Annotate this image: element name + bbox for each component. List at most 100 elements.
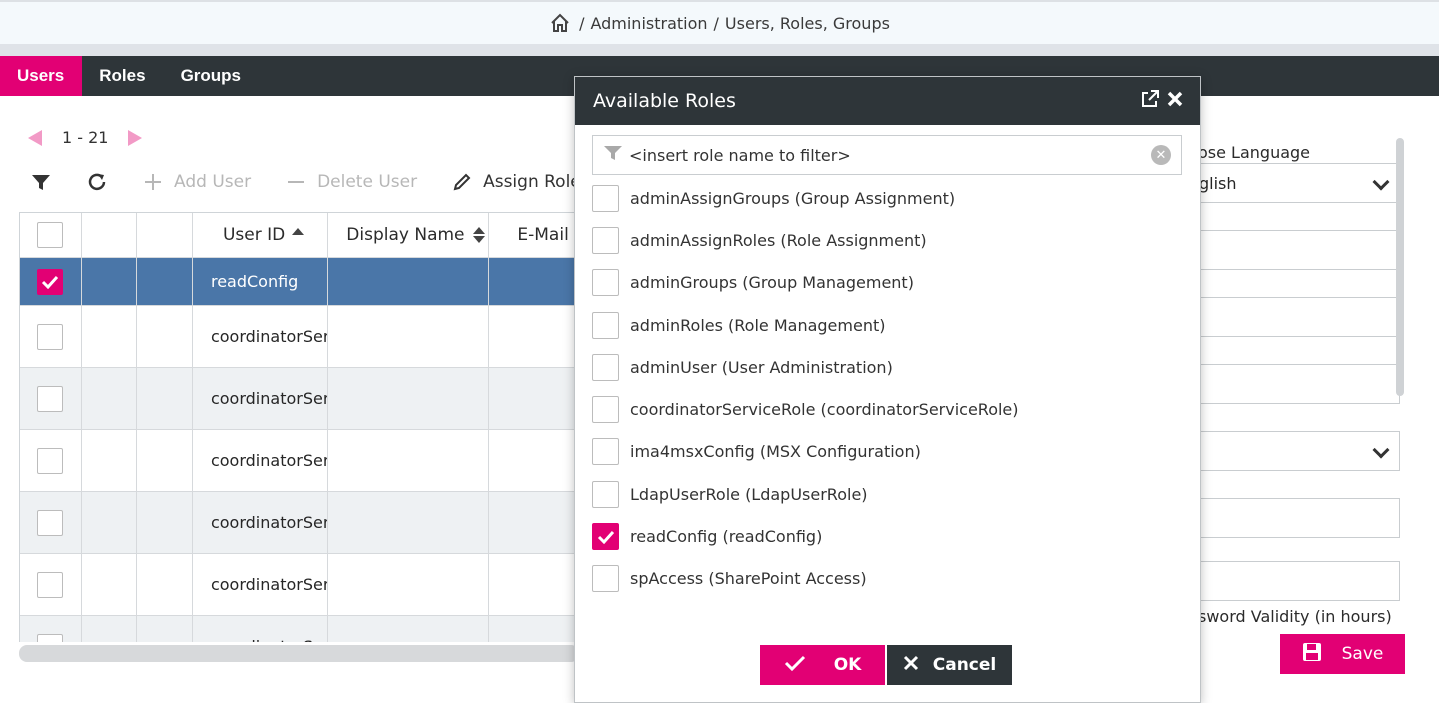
role-checkbox[interactable] <box>592 311 619 339</box>
role-label: spAccess (SharePoint Access) <box>630 569 867 589</box>
cancel-button[interactable]: Cancel <box>887 645 1012 685</box>
role-label: ima4msxConfig (MSX Configuration) <box>630 442 921 462</box>
breadcrumb-separator: / <box>579 13 585 33</box>
role-filter: ✕ <box>592 135 1182 175</box>
row-checkbox[interactable] <box>37 268 64 295</box>
role-checkbox[interactable] <box>592 396 619 424</box>
role-checkbox[interactable] <box>592 226 619 254</box>
dialog-title: Available Roles <box>593 90 736 112</box>
role-label: readConfig (readConfig) <box>630 527 823 547</box>
column-header-display-name[interactable]: Display Name <box>328 213 490 257</box>
add-user-button[interactable]: Add User <box>142 171 251 193</box>
table-row[interactable]: coordinatorSer <box>20 430 579 492</box>
dialog-footer: OK Cancel <box>760 645 1012 685</box>
role-checkbox[interactable] <box>592 269 619 297</box>
list-item[interactable]: LdapUserRole (LdapUserRole) <box>592 473 1182 515</box>
sort-icon <box>472 227 485 243</box>
role-label: adminGroups (Group Management) <box>630 273 914 293</box>
table-row[interactable]: readConfig <box>20 258 579 306</box>
detail-field[interactable] <box>1180 498 1400 538</box>
user-id-cell: readConfig <box>193 258 329 305</box>
detail-field[interactable] <box>1180 297 1400 337</box>
role-checkbox[interactable] <box>592 565 619 593</box>
row-checkbox[interactable] <box>37 571 64 598</box>
refresh-button[interactable] <box>86 171 108 193</box>
select-all-checkbox[interactable] <box>37 222 64 248</box>
previous-page-icon[interactable] <box>28 129 42 146</box>
detail-select[interactable] <box>1180 431 1400 471</box>
detail-field[interactable] <box>1180 561 1400 601</box>
row-checkbox[interactable] <box>37 509 64 536</box>
user-toolbar: Add User Delete User Assign Roles <box>30 166 624 198</box>
table-row[interactable]: coordinatorSer <box>20 616 579 642</box>
save-button[interactable]: Save <box>1280 634 1405 674</box>
language-label: ose Language <box>1198 143 1311 162</box>
pencil-icon <box>451 171 473 193</box>
tab-roles[interactable]: Roles <box>82 56 163 96</box>
breadcrumb-section[interactable]: Administration <box>590 14 707 33</box>
clear-filter-icon[interactable]: ✕ <box>1151 145 1171 165</box>
tab-groups[interactable]: Groups <box>164 56 259 96</box>
role-checkbox[interactable] <box>592 438 619 466</box>
horizontal-scrollbar[interactable] <box>19 645 579 662</box>
breadcrumb-separator: / <box>713 13 719 33</box>
list-item[interactable]: spAccess (SharePoint Access) <box>592 558 1182 600</box>
user-detail-panel: ose Language glish sword Validity (in ho… <box>1180 135 1410 626</box>
plus-icon <box>142 171 164 193</box>
password-validity-label: sword Validity (in hours) <box>1198 607 1392 626</box>
table-row[interactable]: coordinatorSer <box>20 492 579 554</box>
sort-ascending-icon <box>292 227 305 235</box>
panel-scrollbar[interactable] <box>1396 138 1404 396</box>
table-row[interactable]: coordinatorSer <box>20 554 579 616</box>
chevron-down-icon <box>1372 173 1390 191</box>
close-icon[interactable] <box>1166 90 1184 113</box>
table-row[interactable]: coordinatorSer <box>20 306 579 368</box>
list-item[interactable]: ima4msxConfig (MSX Configuration) <box>592 431 1182 473</box>
assign-roles-button[interactable]: Assign Roles <box>451 171 590 193</box>
row-checkbox[interactable] <box>37 633 64 642</box>
list-item[interactable]: adminUser (User Administration) <box>592 346 1182 388</box>
role-checkbox[interactable] <box>592 523 619 551</box>
user-id-cell: coordinatorSer <box>193 306 329 367</box>
list-item[interactable]: adminAssignGroups (Group Assignment) <box>592 177 1182 219</box>
row-checkbox[interactable] <box>37 447 64 474</box>
list-item[interactable]: readConfig (readConfig) <box>592 515 1182 557</box>
pager: 1 - 21 <box>28 128 143 147</box>
role-filter-input[interactable] <box>627 144 1151 166</box>
row-checkbox[interactable] <box>37 385 64 412</box>
ok-label: OK <box>833 655 862 675</box>
next-page-icon[interactable] <box>128 129 143 146</box>
role-checkbox[interactable] <box>592 184 619 212</box>
header-cell <box>82 213 138 257</box>
delete-user-button[interactable]: Delete User <box>285 171 417 193</box>
role-checkbox[interactable] <box>592 353 619 381</box>
page-range: 1 - 21 <box>62 128 109 147</box>
delete-user-label: Delete User <box>317 172 418 192</box>
list-item[interactable]: coordinatorServiceRole (coordinatorServi… <box>592 388 1182 430</box>
language-select[interactable]: glish <box>1180 163 1400 203</box>
external-link-icon[interactable] <box>1140 89 1160 114</box>
list-item[interactable]: adminGroups (Group Management) <box>592 262 1182 304</box>
check-icon <box>784 654 806 677</box>
close-icon <box>903 655 919 676</box>
home-icon[interactable] <box>549 12 571 34</box>
detail-field[interactable] <box>1180 230 1400 270</box>
filter-button[interactable] <box>30 171 52 193</box>
list-item[interactable]: adminRoles (Role Management) <box>592 304 1182 346</box>
refresh-icon <box>86 171 108 193</box>
row-checkbox[interactable] <box>37 323 64 350</box>
user-id-cell: coordinatorSer <box>193 616 329 642</box>
table-row[interactable]: coordinatorSer <box>20 368 579 430</box>
language-value: glish <box>1199 174 1237 193</box>
filter-icon <box>30 171 52 193</box>
role-label: adminAssignRoles (Role Assignment) <box>630 230 927 250</box>
list-item[interactable]: adminAssignRoles (Role Assignment) <box>592 219 1182 261</box>
dialog-header: Available Roles <box>575 77 1200 125</box>
tab-users[interactable]: Users <box>0 56 83 96</box>
user-id-cell: coordinatorSer <box>193 492 329 553</box>
ok-button[interactable]: OK <box>760 645 885 685</box>
detail-field[interactable] <box>1180 364 1400 404</box>
column-header-email[interactable]: E-Mail <box>489 213 579 257</box>
role-checkbox[interactable] <box>592 480 619 508</box>
column-header-user-id[interactable]: User ID <box>193 213 329 257</box>
